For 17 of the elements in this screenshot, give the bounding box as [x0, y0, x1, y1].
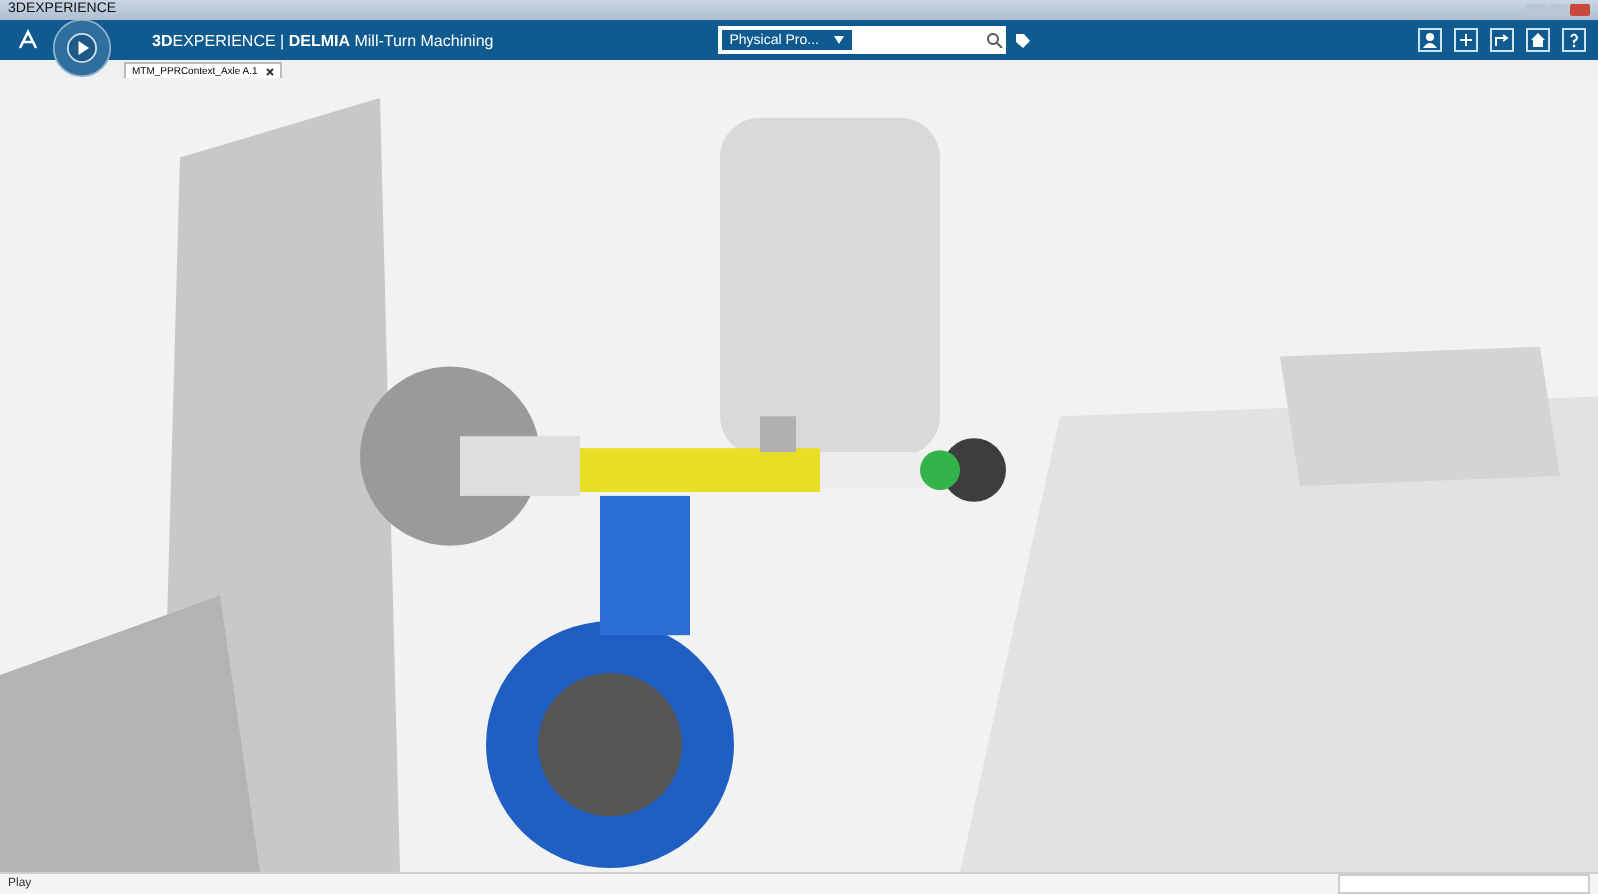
home-button[interactable] — [1526, 28, 1550, 52]
command-field[interactable] — [1338, 874, 1590, 894]
tag-icon[interactable] — [1014, 31, 1033, 49]
help-button[interactable] — [1562, 28, 1586, 52]
share-button[interactable] — [1490, 28, 1514, 52]
add-button[interactable] — [1454, 28, 1478, 52]
question-icon — [1566, 32, 1582, 48]
user-button[interactable] — [1418, 28, 1442, 52]
search-icon[interactable] — [986, 32, 1005, 48]
plus-icon — [1458, 32, 1474, 48]
close-icon[interactable] — [265, 67, 274, 75]
share-icon — [1494, 32, 1510, 48]
caret-icon — [834, 36, 845, 44]
logo-icon — [16, 28, 40, 52]
app-title: 3DEXPERIENCE | DELMIA Mill-Turn Machining — [152, 31, 494, 49]
home-icon — [1530, 32, 1546, 48]
person-icon — [1422, 32, 1438, 48]
